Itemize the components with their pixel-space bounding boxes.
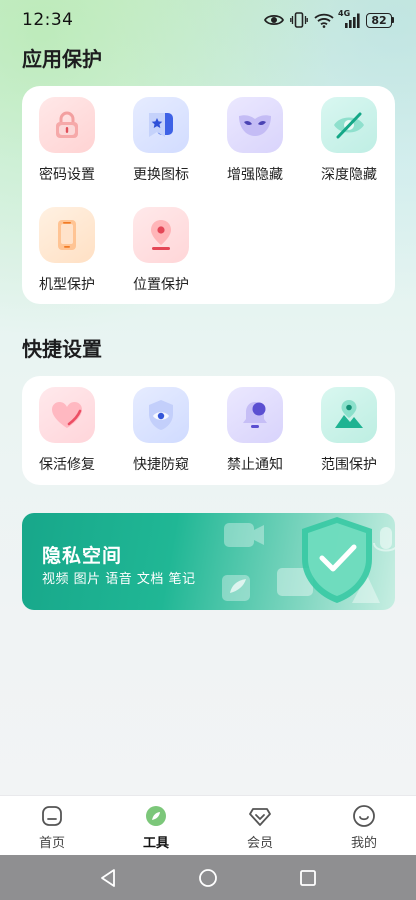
leaf-icon [144,804,168,828]
bell-icon [227,387,283,443]
privacy-space-banner[interactable]: 隐私空间 视频 图片 语音 文档 笔记 [22,513,395,610]
tile-label: 机型保护 [39,277,95,293]
tile-label: 范围保护 [321,457,377,473]
status-bar: 12:34 4G 82 [0,0,416,40]
app-protection-card: 密码设置 更换图标 增强隐藏 深度隐藏 机型保护 位置保护 [22,86,395,304]
nav-label: 我的 [350,836,377,851]
system-navigation-bar [0,855,416,900]
status-time: 12:34 [22,10,74,30]
tile-label: 禁止通知 [227,457,283,473]
eye-off-icon [321,97,377,153]
shield-eye-icon [133,387,189,443]
network-type: 4G [338,8,351,18]
banner-title: 隐私空间 [42,545,123,567]
lock-icon [39,97,95,153]
tile-model-protection[interactable]: 机型保护 [22,207,112,294]
tile-label: 密码设置 [39,167,95,183]
nav-label: 首页 [38,836,65,851]
privacy-shield-illustration [222,517,395,603]
bottom-navigation: 首页 工具 会员 我的 [0,795,416,855]
tile-label: 增强隐藏 [227,167,283,183]
tile-enhanced-hide[interactable]: 增强隐藏 [210,97,300,184]
bookmark-star-icon [133,97,189,153]
tile-location-protection[interactable]: 位置保护 [116,207,206,294]
status-icons: 4G 82 [264,9,394,28]
location-pin-icon [133,207,189,263]
diamond-icon [248,804,272,828]
battery-icon: 82 [366,12,394,28]
phone-icon [39,207,95,263]
tile-label: 保活修复 [39,457,95,473]
nav-label: 会员 [246,836,273,851]
tile-block-notifications[interactable]: 禁止通知 [210,387,300,474]
tile-deep-hide[interactable]: 深度隐藏 [304,97,394,184]
smile-icon [352,804,376,828]
cell-signal-icon: 4G [338,9,360,28]
vibrate-icon [290,12,308,28]
section-title-app-protection: 应用保护 [22,47,102,71]
tile-keep-alive-repair[interactable]: 保活修复 [22,387,112,474]
heart-icon [39,387,95,443]
nav-label: 工具 [142,836,169,851]
quick-settings-card: 保活修复 快捷防窥 禁止通知 范围保护 [22,376,395,485]
wifi-icon [314,13,334,28]
nav-item-home[interactable]: 首页 [0,796,104,855]
recents-square-icon[interactable] [293,863,323,893]
back-icon[interactable] [93,863,123,893]
tile-range-protection[interactable]: 范围保护 [304,387,394,474]
tile-change-icon[interactable]: 更换图标 [116,97,206,184]
map-pin-icon [321,387,377,443]
nav-item-membership[interactable]: 会员 [208,796,312,855]
nav-item-tools[interactable]: 工具 [104,796,208,855]
tile-quick-peep-proof[interactable]: 快捷防窥 [116,387,206,474]
nav-item-profile[interactable]: 我的 [312,796,416,855]
home-icon [40,804,64,828]
mask-icon [227,97,283,153]
tile-label: 快捷防窥 [133,457,189,473]
banner-subtitle: 视频 图片 语音 文档 笔记 [42,572,196,587]
tile-password-settings[interactable]: 密码设置 [22,97,112,184]
tile-label: 深度隐藏 [321,167,377,183]
tile-label: 位置保护 [133,277,189,293]
battery-level: 82 [366,12,392,28]
home-circle-icon[interactable] [193,863,223,893]
tile-label: 更换图标 [133,167,189,183]
section-title-quick-settings: 快捷设置 [22,337,102,361]
eye-icon [264,13,284,27]
